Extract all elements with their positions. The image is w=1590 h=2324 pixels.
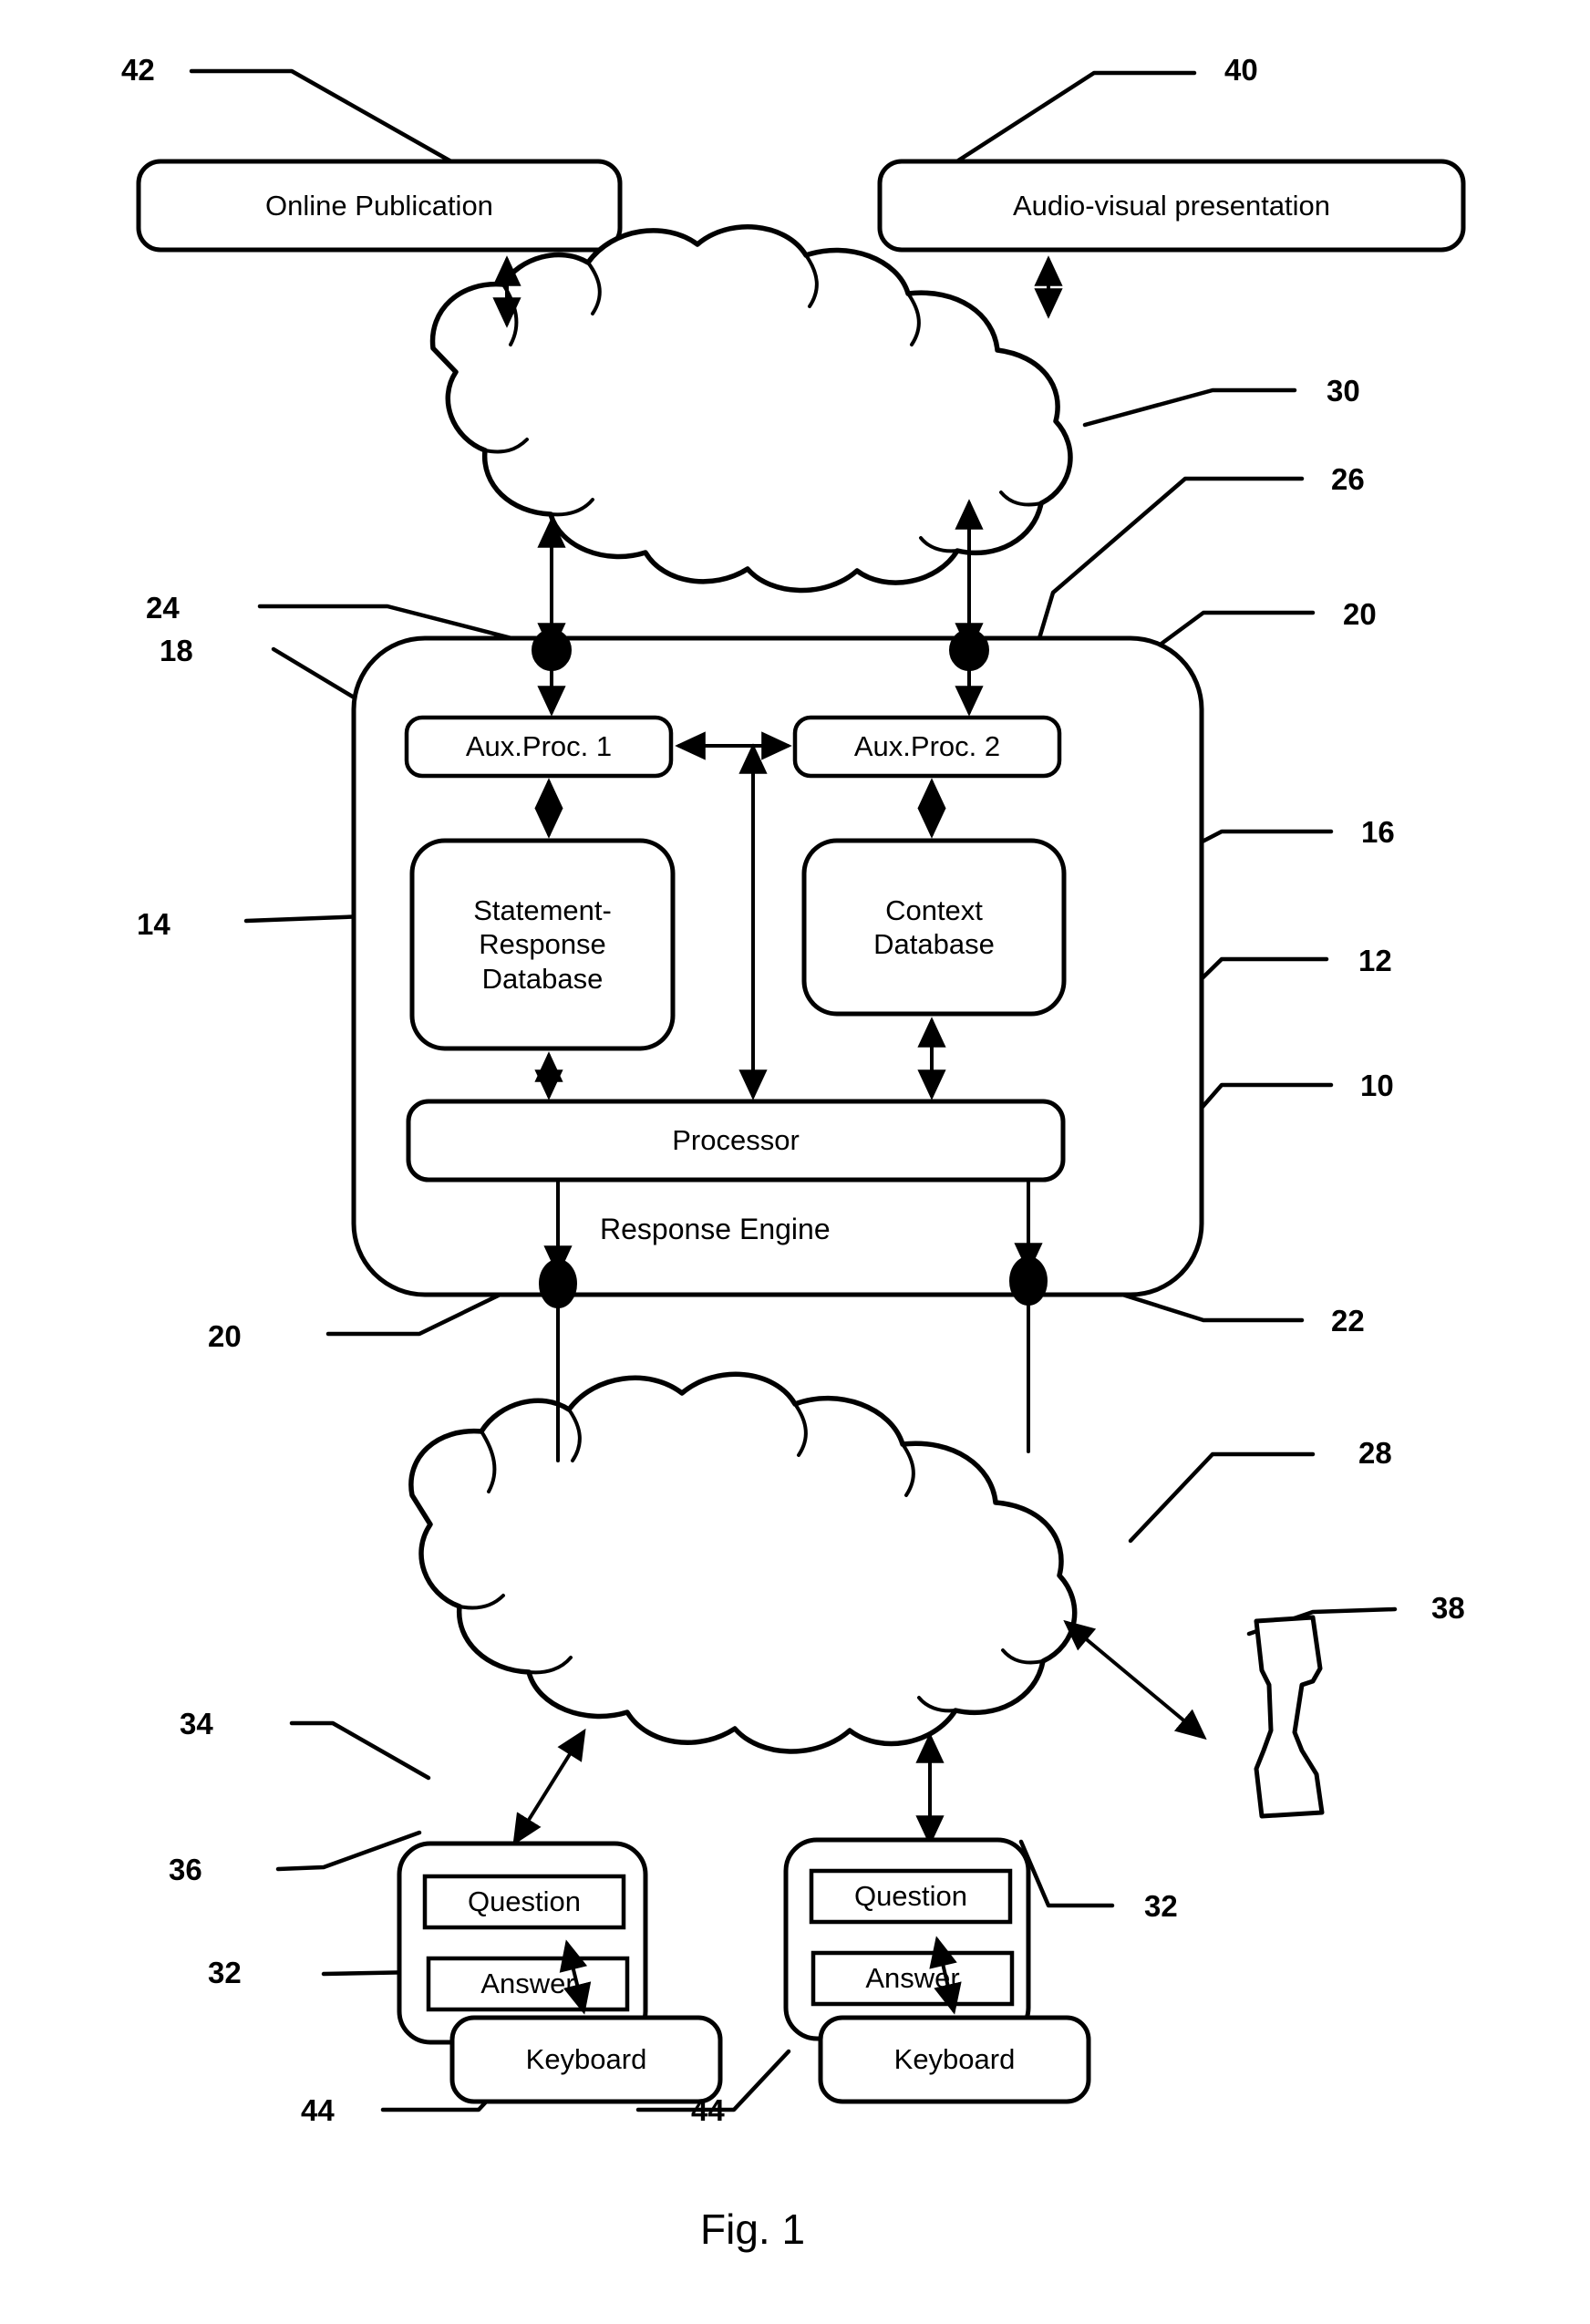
refnum-44-right: 44 [691, 2093, 725, 2127]
response-engine-title: Response Engine [600, 1213, 831, 1245]
answer-field-left[interactable] [426, 1956, 630, 2012]
aux-proc-2-box[interactable] [792, 715, 1062, 779]
leader-28 [1128, 1451, 1316, 1544]
refnum-28: 28 [1358, 1436, 1392, 1470]
answer-field-right[interactable] [810, 1950, 1015, 2007]
keyboard-right-box[interactable] [818, 2015, 1091, 2104]
aux-proc-1-box[interactable] [404, 715, 674, 779]
refnum-24: 24 [146, 591, 180, 625]
arrow-cloud-terminal-left [512, 1728, 586, 1846]
context-database-box[interactable] [801, 838, 1067, 1017]
refnum-18: 18 [160, 634, 193, 667]
refnum-12: 12 [1358, 944, 1392, 977]
keyboard-left-box[interactable] [449, 2015, 723, 2104]
cloud-network-top [429, 224, 1073, 594]
refnum-42: 42 [121, 53, 155, 87]
question-field-right[interactable] [809, 1868, 1013, 1925]
audio-visual-box[interactable] [877, 159, 1466, 253]
refnum-20-top: 20 [1343, 597, 1377, 631]
refnum-36: 36 [169, 1853, 202, 1886]
terminal-left-box[interactable] [397, 1841, 648, 2045]
processor-box[interactable] [406, 1099, 1066, 1183]
refnum-32-right: 32 [1144, 1889, 1178, 1923]
arrow-cloud-telephone [1063, 1619, 1207, 1740]
figure-caption: Fig. 1 [700, 2205, 806, 2253]
leader-30 [1082, 387, 1297, 428]
leader-36 [275, 1830, 422, 1872]
refnum-44-left: 44 [301, 2093, 335, 2127]
refnum-32-left: 32 [208, 1956, 242, 1989]
refnum-30: 30 [1327, 374, 1360, 408]
refnum-16: 16 [1361, 815, 1395, 849]
patent-figure-1: Online Publication Audio-visual presenta… [0, 0, 1590, 2324]
cloud-network-bottom [408, 1371, 1078, 1754]
refnum-38: 38 [1431, 1591, 1465, 1625]
leader-40 [950, 70, 1197, 167]
refnum-20-bottom: 20 [208, 1319, 242, 1353]
leader-42 [189, 68, 459, 167]
refnum-14: 14 [137, 907, 170, 941]
refnum-34: 34 [180, 1707, 213, 1740]
statement-response-database-box[interactable] [409, 838, 676, 1051]
telephone-handset-icon [1254, 1615, 1325, 1819]
refnum-40: 40 [1224, 53, 1258, 87]
refnum-22: 22 [1331, 1304, 1365, 1338]
refnum-26: 26 [1331, 462, 1365, 496]
online-publication-box[interactable] [136, 159, 623, 253]
refnum-10: 10 [1360, 1069, 1394, 1102]
question-field-left[interactable] [422, 1874, 626, 1930]
leader-34 [289, 1720, 431, 1781]
leader-32-right [1018, 1839, 1115, 1908]
